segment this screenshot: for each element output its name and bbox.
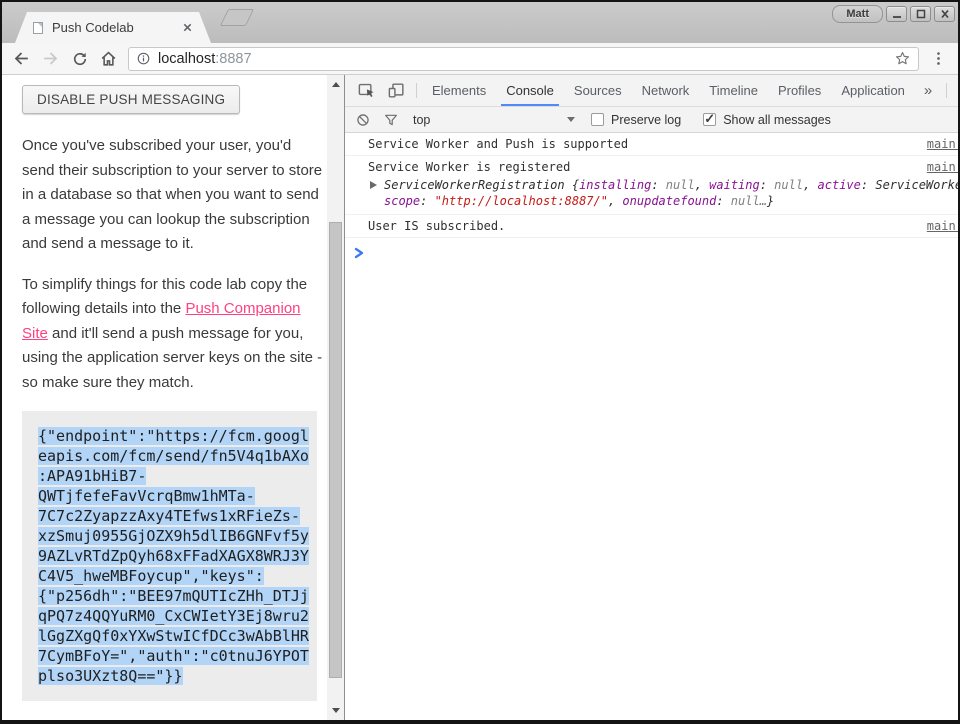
object-preview-text: ServiceWorkerRegistration {installing: n… xyxy=(384,177,960,209)
show-all-messages-option[interactable]: Show all messages xyxy=(703,113,831,127)
console-message-text: Service Worker and Push is supported xyxy=(368,137,915,151)
back-arrow-icon xyxy=(12,49,31,68)
new-tab-button[interactable] xyxy=(220,9,254,26)
toolbar-divider xyxy=(416,83,417,98)
console-source-link[interactable]: main.js:128 xyxy=(927,137,960,151)
clear-console-button[interactable] xyxy=(355,112,371,128)
preserve-log-label: Preserve log xyxy=(611,113,681,127)
maximize-button[interactable] xyxy=(910,6,931,22)
console-message: Service Worker and Push is supported main… xyxy=(345,133,960,156)
web-page: DISABLE PUSH MESSAGING Once you've subsc… xyxy=(2,75,344,720)
address-bar[interactable]: localhost:8887 xyxy=(128,47,919,71)
back-button[interactable] xyxy=(7,45,36,73)
url-host: localhost xyxy=(158,51,215,67)
close-button[interactable] xyxy=(934,6,955,22)
page-scrollbar[interactable] xyxy=(327,75,344,720)
minimize-button[interactable] xyxy=(886,6,907,22)
inspect-cursor-icon xyxy=(357,81,376,100)
show-all-messages-checkbox[interactable] xyxy=(703,113,716,126)
maximize-icon xyxy=(914,8,928,20)
console-message-text: Service Worker is registered xyxy=(368,160,915,174)
browser-tab[interactable]: Push Codelab xyxy=(15,12,211,43)
scroll-down-icon xyxy=(332,708,340,713)
execution-context-value: top xyxy=(413,113,430,127)
chevron-down-icon xyxy=(567,117,575,122)
devtools-tab-elements[interactable]: Elements xyxy=(422,75,496,106)
console-message: Service Worker is registered main.js:132 S… xyxy=(345,156,960,215)
devtools-tab-console[interactable]: Console xyxy=(496,75,564,106)
paragraph-companion-info: To simplify things for this code lab cop… xyxy=(22,273,324,396)
object-preview[interactable]: ServiceWorkerRegistration {installing: n… xyxy=(368,177,960,209)
bookmark-star-icon[interactable] xyxy=(894,50,911,67)
devtools-tab-strip: ElementsConsoleSourcesNetworkTimelinePro… xyxy=(422,75,915,106)
page-info-icon[interactable] xyxy=(136,51,151,66)
console-prompt[interactable] xyxy=(345,238,960,264)
home-icon xyxy=(99,49,118,68)
minimize-icon xyxy=(890,8,904,20)
console-messages: Service Worker and Push is supported main… xyxy=(345,133,960,238)
scroll-up-button[interactable] xyxy=(327,77,344,92)
forward-arrow-icon xyxy=(41,49,60,68)
funnel-icon xyxy=(383,112,399,128)
profile-badge[interactable]: Matt xyxy=(832,5,883,23)
window-controls: Matt xyxy=(832,5,955,23)
preserve-log-checkbox[interactable] xyxy=(591,113,604,126)
execution-context-select[interactable]: top xyxy=(413,113,575,127)
tab-close-icon[interactable] xyxy=(182,22,193,33)
close-icon xyxy=(938,8,952,20)
show-all-messages-label: Show all messages xyxy=(723,113,831,127)
browser-window: Push Codelab Matt xyxy=(0,0,960,724)
page-favicon-icon xyxy=(33,22,43,34)
kebab-menu-icon xyxy=(930,50,947,67)
disable-push-button[interactable]: DISABLE PUSH MESSAGING xyxy=(22,85,240,114)
expand-arrow-icon[interactable] xyxy=(370,181,377,189)
prompt-chevron-icon xyxy=(354,247,365,259)
selected-subscription-text: {"endpoint":"https://fcm.googl eapis.com… xyxy=(38,427,309,685)
devtools-tab-timeline[interactable]: Timeline xyxy=(699,75,768,106)
tab-title: Push Codelab xyxy=(52,20,182,35)
paragraph-text: and it'll send a push message for you, u… xyxy=(22,325,322,391)
console-source-link[interactable]: main.js:118 xyxy=(927,219,960,233)
filter-button[interactable] xyxy=(383,112,399,128)
console-message: User IS subscribed. main.js:118 xyxy=(345,215,960,238)
devtools-tab-sources[interactable]: Sources xyxy=(564,75,632,106)
more-tabs-button[interactable]: » xyxy=(915,75,941,106)
forward-button[interactable] xyxy=(36,45,65,73)
inspect-element-button[interactable] xyxy=(351,75,381,106)
toolbar-divider xyxy=(946,83,947,98)
preserve-log-option[interactable]: Preserve log xyxy=(591,113,681,127)
device-toolbar-icon xyxy=(387,81,406,100)
devtools-tab-profiles[interactable]: Profiles xyxy=(768,75,831,106)
devtools-tab-application[interactable]: Application xyxy=(831,75,915,106)
paragraph-subscription-info: Once you've subscribed your user, you'd … xyxy=(22,134,324,257)
subscription-code-block: {"endpoint":"https://fcm.googl eapis.com… xyxy=(22,411,317,701)
scroll-up-icon xyxy=(332,82,340,87)
home-button[interactable] xyxy=(94,45,123,73)
block-icon xyxy=(355,112,371,128)
content-area: DISABLE PUSH MESSAGING Once you've subsc… xyxy=(2,75,958,720)
console-source-link[interactable]: main.js:132 xyxy=(927,160,960,174)
scroll-down-button[interactable] xyxy=(327,703,344,718)
devtools-tab-network[interactable]: Network xyxy=(632,75,700,106)
scrollbar-thumb[interactable] xyxy=(329,222,342,678)
devtools-tab-bar: ElementsConsoleSourcesNetworkTimelinePro… xyxy=(345,75,960,107)
url-port: :8887 xyxy=(215,51,251,67)
reload-button[interactable] xyxy=(65,45,94,73)
browser-menu-button[interactable] xyxy=(924,45,953,73)
navigation-toolbar: localhost:8887 xyxy=(2,43,958,75)
title-bar: Push Codelab Matt xyxy=(2,2,958,43)
console-toolbar: top Preserve log Show all messages xyxy=(345,107,960,133)
reload-icon xyxy=(71,50,89,68)
devtools-panel: ElementsConsoleSourcesNetworkTimelinePro… xyxy=(344,75,960,720)
console-message-text: User IS subscribed. xyxy=(368,219,915,233)
device-toolbar-button[interactable] xyxy=(381,75,411,106)
devtools-menu-button[interactable] xyxy=(952,75,960,106)
